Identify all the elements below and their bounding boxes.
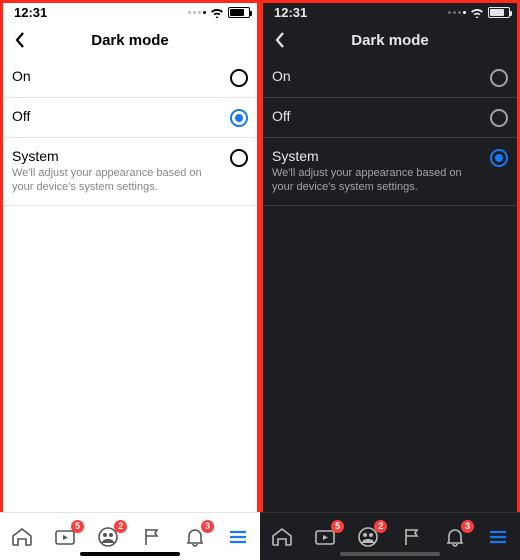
tab-groups[interactable]: 2 — [353, 522, 383, 552]
option-label: On — [12, 68, 220, 84]
option-label: Off — [272, 108, 480, 124]
page-title: Dark mode — [351, 32, 429, 49]
radio-icon — [490, 109, 508, 127]
option-subtitle: We'll adjust your appearance based on yo… — [12, 166, 220, 195]
tab-menu[interactable] — [483, 522, 513, 552]
status-bar: 12:31 — [260, 0, 520, 22]
radio-icon — [230, 149, 248, 167]
options-list: On Off System We'll adjust your appearan… — [0, 58, 260, 206]
badge: 2 — [374, 520, 387, 533]
chevron-left-icon — [274, 31, 286, 49]
option-on[interactable]: On — [0, 58, 260, 98]
battery-icon — [228, 7, 250, 18]
radio-icon — [230, 69, 248, 87]
status-bar: 12:31 — [0, 0, 260, 22]
tab-flag[interactable] — [397, 522, 427, 552]
option-label: On — [272, 68, 480, 84]
tab-watch[interactable]: 5 — [310, 522, 340, 552]
option-subtitle: We'll adjust your appearance based on yo… — [272, 166, 480, 195]
home-icon — [10, 525, 34, 549]
home-indicator — [340, 552, 440, 556]
status-time: 12:31 — [14, 5, 47, 20]
tab-flag[interactable] — [137, 522, 167, 552]
radio-selected-icon — [490, 149, 508, 167]
badge: 5 — [71, 520, 84, 533]
page-title: Dark mode — [91, 32, 169, 49]
back-button[interactable] — [8, 28, 32, 52]
status-time: 12:31 — [274, 5, 307, 20]
badge: 2 — [114, 520, 127, 533]
tab-notifications[interactable]: 3 — [180, 522, 210, 552]
menu-icon — [226, 525, 250, 549]
tab-notifications[interactable]: 3 — [440, 522, 470, 552]
cellular-icon — [448, 11, 466, 14]
option-system[interactable]: System We'll adjust your appearance base… — [0, 138, 260, 206]
option-label: System — [272, 148, 480, 164]
badge: 3 — [201, 520, 214, 533]
badge: 3 — [461, 520, 474, 533]
option-label: Off — [12, 108, 220, 124]
radio-icon — [490, 69, 508, 87]
cellular-icon — [188, 11, 206, 14]
option-off[interactable]: Off — [0, 98, 260, 138]
page-header: Dark mode — [0, 22, 260, 58]
flag-icon — [140, 525, 164, 549]
options-list: On Off System We'll adjust your appearan… — [260, 58, 520, 206]
back-button[interactable] — [268, 28, 292, 52]
home-indicator — [80, 552, 180, 556]
wifi-icon — [470, 7, 484, 18]
page-header: Dark mode — [260, 22, 520, 58]
option-off[interactable]: Off — [260, 98, 520, 138]
flag-icon — [400, 525, 424, 549]
tab-home[interactable] — [7, 522, 37, 552]
battery-icon — [488, 7, 510, 18]
option-on[interactable]: On — [260, 58, 520, 98]
tab-groups[interactable]: 2 — [93, 522, 123, 552]
wifi-icon — [210, 7, 224, 18]
tab-watch[interactable]: 5 — [50, 522, 80, 552]
menu-icon — [486, 525, 510, 549]
radio-selected-icon — [230, 109, 248, 127]
tab-menu[interactable] — [223, 522, 253, 552]
tab-home[interactable] — [267, 522, 297, 552]
option-system[interactable]: System We'll adjust your appearance base… — [260, 138, 520, 206]
option-label: System — [12, 148, 220, 164]
chevron-left-icon — [14, 31, 26, 49]
home-icon — [270, 525, 294, 549]
badge: 5 — [331, 520, 344, 533]
